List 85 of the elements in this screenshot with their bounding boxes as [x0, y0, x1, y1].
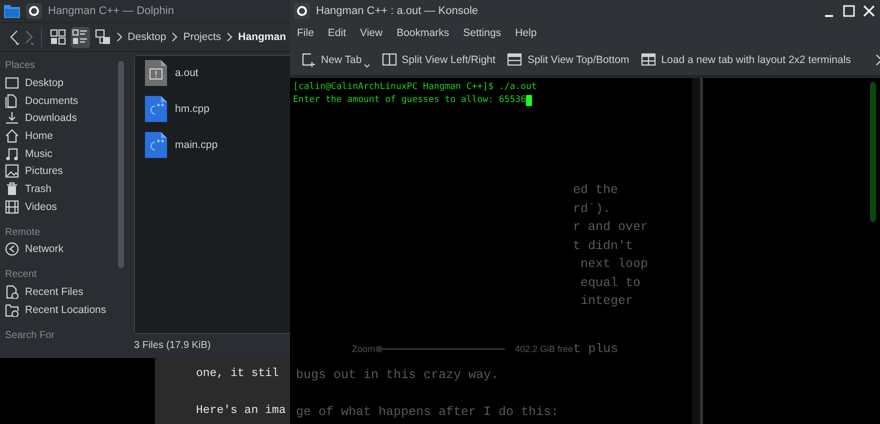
- maximize-icon[interactable]: [842, 4, 856, 18]
- sidebar-item[interactable]: Network: [5, 240, 118, 258]
- terminal-text: [calin@CalinArchLinuxPC Hangman C++]$ ./a.out: [293, 81, 537, 94]
- view-mode-icon: [48, 28, 67, 46]
- see-through-text: bugs out in this crazy way.: [296, 367, 500, 384]
- sidebar-heading: Search For: [5, 328, 56, 343]
- terminal-icon: [294, 3, 310, 19]
- sidebar-item[interactable]: Pictures: [5, 162, 118, 180]
- grid-layout-icon: [641, 52, 656, 67]
- film-icon: [5, 200, 19, 214]
- sidebar-item[interactable]: Desktop: [5, 74, 118, 92]
- sidebar-item[interactable]: Home: [5, 127, 118, 145]
- sidebar-item[interactable]: Documents: [5, 92, 118, 110]
- status-text: 3 Files (17.9 KiB): [134, 339, 212, 353]
- view-mode-icon: [71, 28, 90, 46]
- sidebar-heading: Recent: [5, 268, 38, 282]
- toolbar-button[interactable]: Split View Left/Right: [382, 52, 496, 67]
- close-icon[interactable]: [862, 4, 876, 18]
- toolbar-button[interactable]: Split View Top/Bottom: [507, 52, 630, 67]
- cpp-file-icon: [145, 132, 167, 158]
- split-vertical-icon: [382, 52, 397, 67]
- see-through-text: ge of what happens after I do this:: [296, 404, 559, 421]
- recent-file-icon: [5, 285, 19, 300]
- picture-icon: [5, 164, 19, 178]
- sidebar-heading: Places: [5, 59, 36, 73]
- download-icon: [5, 111, 19, 126]
- home-icon: [5, 128, 19, 143]
- see-through-text: r and over: [573, 219, 648, 236]
- menu-item[interactable]: Settings: [463, 27, 502, 39]
- split-horizontal-icon: [507, 52, 522, 67]
- sidebar-item[interactable]: Downloads: [5, 109, 118, 128]
- terminal-text: Enter the amount of guesses to allow: 65536: [293, 94, 526, 107]
- see-through-text: t plus: [573, 341, 618, 358]
- menu-item[interactable]: Bookmarks: [396, 27, 450, 39]
- recent-folder-icon: [5, 302, 19, 317]
- chevron-right-icon: [116, 32, 123, 42]
- menu-item[interactable]: View: [360, 27, 383, 39]
- article-text: one, it stil: [196, 366, 280, 382]
- back-icon[interactable]: [8, 28, 20, 46]
- directory-entry[interactable]: main.cpp: [145, 132, 290, 158]
- sidebar-item[interactable]: Music: [5, 144, 118, 162]
- sidebar-item[interactable]: Recent Files: [5, 283, 118, 301]
- menu-item[interactable]: File: [297, 27, 314, 39]
- sidebar-heading: Remote: [5, 226, 42, 240]
- folder-icon: [4, 4, 20, 18]
- see-through-text: Zoom: [352, 344, 376, 354]
- see-through-text: ed the: [573, 182, 620, 199]
- breadcrumb-item[interactable]: Hangman: [236, 31, 288, 43]
- view-mode-icon: [94, 28, 112, 46]
- documents-icon: [5, 94, 19, 108]
- window-title: Hangman C++ — Dolphin: [48, 5, 174, 17]
- see-through-text: equal to: [580, 274, 642, 292]
- menu-item[interactable]: Help: [515, 27, 537, 39]
- chevron-right-icon: [171, 32, 178, 42]
- network-icon: [5, 242, 19, 256]
- scrollbar[interactable]: [870, 82, 876, 222]
- window-title: Hangman C++ : a.out — Konsole: [316, 5, 480, 17]
- article-text: Here's an ima: [196, 403, 287, 419]
- chevron-right-icon: [226, 32, 234, 42]
- toolbar-button[interactable]: Load a new tab with layout 2x2 terminals: [641, 52, 851, 67]
- app-icon: [26, 3, 42, 19]
- cpp-file-icon: [145, 96, 167, 122]
- directory-entry[interactable]: hm.cpp: [145, 96, 290, 122]
- new-tab-icon: [301, 52, 316, 67]
- see-through-text: rd`).: [573, 200, 612, 218]
- caret-icon: [364, 64, 370, 68]
- see-through-text: t didn't: [573, 238, 634, 254]
- sidebar-item[interactable]: Recent Locations: [5, 300, 118, 319]
- sidebar-item[interactable]: Trash: [5, 180, 118, 198]
- directory-entry[interactable]: a.out: [145, 60, 290, 86]
- trash-icon: [5, 182, 19, 196]
- executable-file-icon: [145, 60, 167, 86]
- see-through-text: integer: [580, 293, 634, 310]
- breadcrumb-item[interactable]: Desktop: [126, 31, 168, 43]
- music-note-icon: [5, 146, 19, 161]
- breadcrumb-item[interactable]: Projects: [181, 31, 224, 43]
- desktop-icon: [5, 76, 19, 90]
- sidebar-item[interactable]: Videos: [5, 198, 118, 216]
- see-through-text: next loop: [580, 256, 648, 273]
- view-mode-button[interactable]: [70, 26, 90, 48]
- view-mode-button[interactable]: [48, 26, 68, 48]
- see-through-text: 402.2 GiB free: [515, 344, 574, 354]
- scrollbar[interactable]: [118, 61, 124, 268]
- toolbar-button[interactable]: New Tab: [301, 52, 370, 68]
- menu-item[interactable]: Edit: [328, 27, 346, 39]
